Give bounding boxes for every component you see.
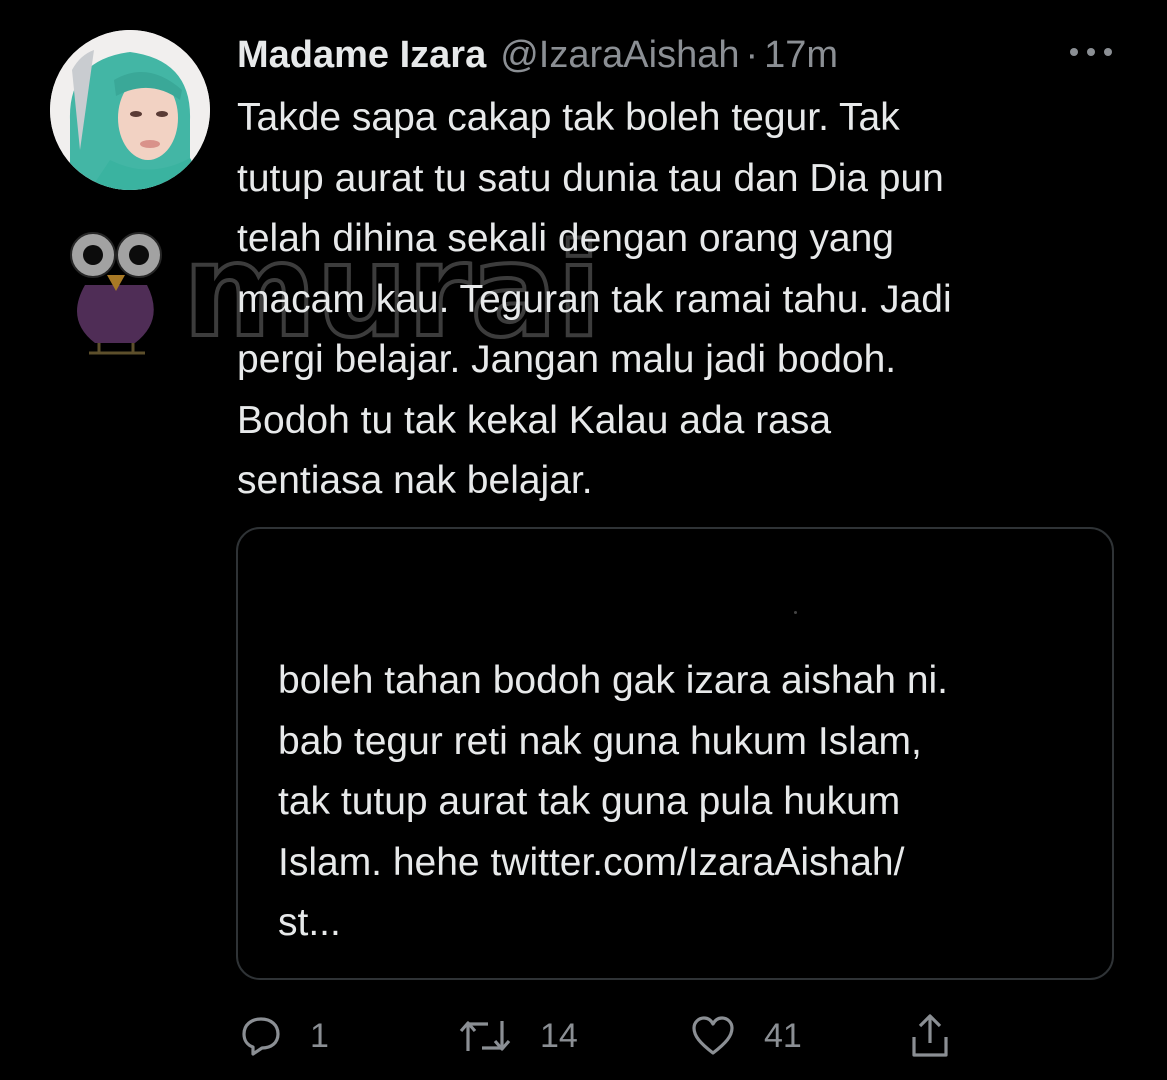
heart-icon <box>692 1016 734 1055</box>
tweet-text: Takde sapa cakap tak boleh tegur. Tak tu… <box>237 96 952 502</box>
quote-dot <box>794 611 797 614</box>
timestamp[interactable]: 17m <box>764 34 838 77</box>
retweet-icon <box>459 1021 511 1051</box>
reply-button[interactable]: 1 <box>240 1008 329 1064</box>
retweet-count: 14 <box>540 1016 578 1055</box>
retweet-button[interactable]: 14 <box>458 1008 578 1064</box>
avatar[interactable] <box>50 30 210 190</box>
display-name[interactable]: Madame Izara <box>237 34 486 77</box>
like-button[interactable]: 41 <box>690 1008 802 1064</box>
reply-count: 1 <box>310 1016 329 1055</box>
tweet-actions: 1 14 41 <box>240 1008 970 1064</box>
share-icon <box>912 1014 948 1057</box>
more-horizontal-icon <box>1070 48 1112 56</box>
share-button[interactable] <box>910 1008 950 1064</box>
user-handle[interactable]: @IzaraAishah <box>500 34 739 77</box>
more-options-button[interactable] <box>1068 38 1114 66</box>
tweet-header: Madame Izara @IzaraAishah · 17m <box>237 30 838 80</box>
separator-dot: · <box>745 33 759 76</box>
reply-icon <box>242 1017 280 1056</box>
tweet: murai Madame Izara @IzaraAishah · 17m Ta… <box>0 0 1167 1080</box>
like-count: 41 <box>764 1016 802 1055</box>
quoted-tweet-text: boleh tahan bodoh gak izara aishah ni. b… <box>278 659 949 944</box>
quoted-tweet[interactable]: boleh tahan bodoh gak izara aishah ni. b… <box>236 527 1114 980</box>
owl-logo-icon <box>70 232 162 355</box>
